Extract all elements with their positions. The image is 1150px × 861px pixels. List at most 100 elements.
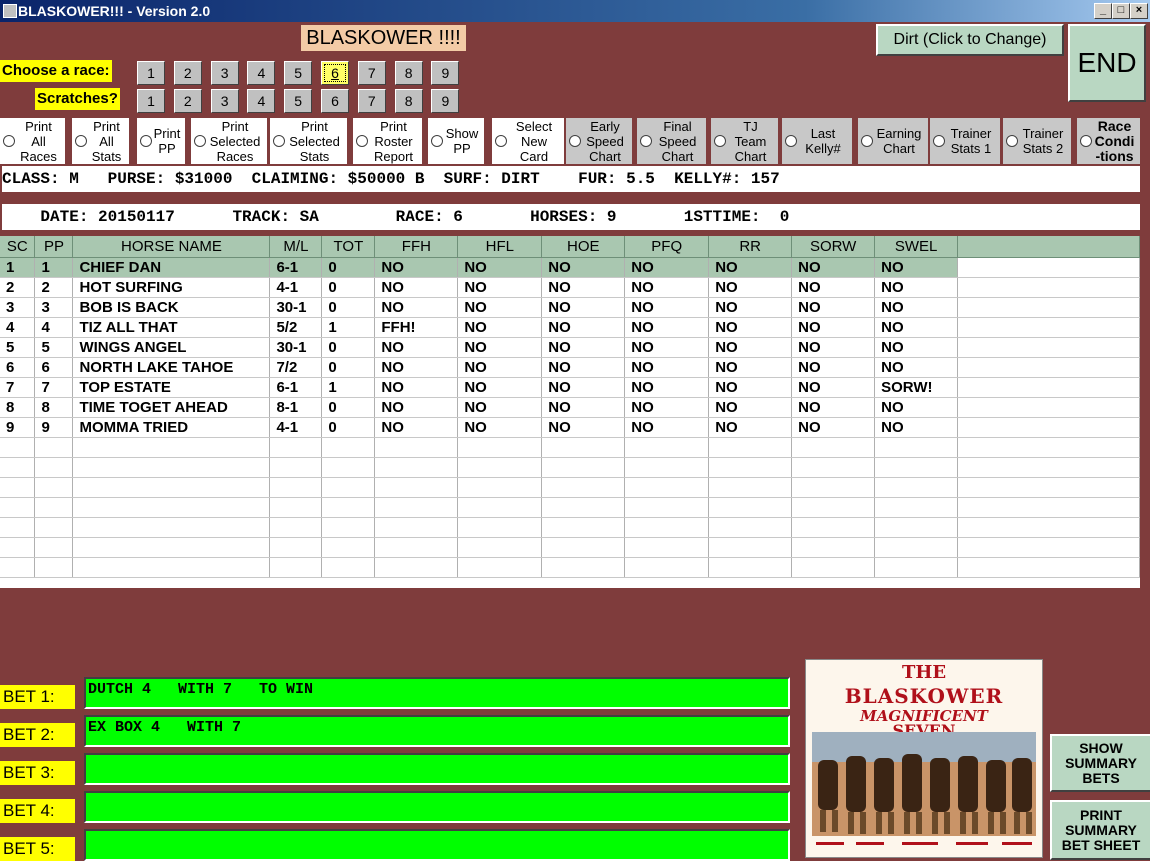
column-header[interactable]: TOT [321, 236, 376, 258]
earning-chart-option[interactable]: Earning Chart [858, 118, 928, 164]
race-1-button[interactable]: 1 [137, 61, 165, 85]
trainer-stats-2-option[interactable]: Trainer Stats 2 [1003, 118, 1071, 164]
scratch-9-button[interactable]: 9 [431, 89, 460, 113]
table-cell: NO [457, 417, 543, 438]
select-new-card-option[interactable]: Select New Card [492, 118, 564, 164]
column-header[interactable]: RR [708, 236, 793, 258]
empty-table-cell [791, 517, 876, 538]
trainer-stats-1-option[interactable]: Trainer Stats 1 [930, 118, 1000, 164]
option-label: Print Selected Stats [289, 118, 340, 164]
empty-table-cell [0, 457, 36, 478]
print-pp-option[interactable]: Print PP [137, 118, 185, 164]
table-row[interactable]: 9 9 MOMMA TRIED 4-1 0 NO NO NO NO NO NO NO [0, 417, 1140, 438]
empty-table-cell [374, 437, 459, 458]
bet-4-field[interactable] [84, 791, 790, 823]
table-cell: NO [541, 397, 626, 418]
print-roster-report-option[interactable]: Print Roster Report [353, 118, 422, 164]
table-row[interactable]: 1 1 CHIEF DAN 6-1 0 NO NO NO NO NO NO NO [0, 257, 1140, 278]
print-all-stats-option[interactable]: Print All Stats [72, 118, 129, 164]
window-title: BLASKOWER!!! - Version 2.0 [18, 3, 211, 19]
column-header[interactable]: PFQ [624, 236, 710, 258]
print-selected-stats-option[interactable]: Print Selected Stats [270, 118, 347, 164]
empty-table-cell [0, 557, 36, 578]
print-all-races-option[interactable]: Print All Races [0, 118, 65, 164]
race-7-button[interactable]: 7 [357, 61, 386, 85]
column-header[interactable]: HORSE NAME [72, 236, 271, 258]
bet-3-label: BET 3: [0, 761, 75, 785]
empty-table-cell [374, 497, 459, 518]
table-cell: NO [874, 357, 959, 378]
race-9-button[interactable]: 9 [431, 61, 460, 85]
empty-table-cell [321, 537, 376, 558]
scratch-2-button[interactable]: 2 [173, 89, 202, 113]
maximize-button[interactable]: □ [1112, 3, 1130, 19]
table-cell: NO [541, 417, 626, 438]
minimize-button[interactable]: _ [1094, 3, 1112, 19]
horse-grid[interactable]: SC PP HORSE NAME M/L TOT FFH HFL HOE PFQ RR SORW SW… [0, 236, 1140, 588]
table-row[interactable]: 5 5 WINGS ANGEL 30-1 0 NO NO NO NO NO NO NO [0, 337, 1140, 358]
scratch-5-button[interactable]: 5 [284, 89, 313, 113]
table-cell: NO [624, 337, 710, 358]
table-row[interactable]: 4 4 TIZ ALL THAT 5/2 1 FFH! NO NO NO NO NO NO [0, 317, 1140, 338]
table-cell: 1 [321, 377, 376, 398]
final-speed-chart-option[interactable]: Final Speed Chart [637, 118, 706, 164]
bet-5-field[interactable] [84, 829, 790, 861]
print-summary-bet-sheet-button[interactable]: PRINT SUMMARY BET SHEET [1050, 800, 1150, 860]
surface-toggle-button[interactable]: Dirt (Click to Change) [876, 24, 1064, 56]
table-cell: 6-1 [269, 257, 323, 278]
empty-table-cell [541, 557, 626, 578]
empty-table-cell [874, 557, 959, 578]
scratch-4-button[interactable]: 4 [247, 89, 276, 113]
show-summary-bets-button[interactable]: SHOW SUMMARY BETS [1050, 734, 1150, 792]
table-cell: NO [708, 257, 793, 278]
last-kelly-option[interactable]: Last Kelly# [782, 118, 852, 164]
table-row[interactable]: 8 8 TIME TOGET AHEAD 8-1 0 NO NO NO NO NO NO NO [0, 397, 1140, 418]
table-cell: NO [874, 277, 959, 298]
table-row[interactable]: 7 7 TOP ESTATE 6-1 1 NO NO NO NO NO NO SORW! [0, 377, 1140, 398]
table-cell: 9 [34, 417, 74, 438]
race-4-button[interactable]: 4 [247, 61, 276, 85]
empty-table-cell [541, 517, 626, 538]
option-label: Print Roster Report [373, 118, 414, 164]
race-2-button[interactable]: 2 [173, 61, 202, 85]
show-pp-option[interactable]: Show PP [428, 118, 484, 164]
table-cell: NO [791, 377, 876, 398]
race-3-button[interactable]: 3 [210, 61, 239, 85]
table-row[interactable]: 2 2 HOT SURFING 4-1 0 NO NO NO NO NO NO NO [0, 277, 1140, 298]
scratch-7-button[interactable]: 7 [357, 89, 386, 113]
scratch-3-button[interactable]: 3 [210, 89, 239, 113]
race-6-button[interactable]: 6 [321, 61, 349, 85]
empty-table-row [0, 477, 1140, 498]
scratch-8-button[interactable]: 8 [394, 89, 423, 113]
column-header[interactable]: HOE [541, 236, 626, 258]
bet-3-field[interactable] [84, 753, 790, 785]
table-cell: 8-1 [269, 397, 323, 418]
table-cell: NO [457, 397, 543, 418]
column-header[interactable]: M/L [269, 236, 323, 258]
table-cell: NO [624, 317, 710, 338]
race-8-button[interactable]: 8 [394, 61, 423, 85]
table-cell: TIME TOGET AHEAD [72, 397, 271, 418]
column-header[interactable]: HFL [457, 236, 543, 258]
empty-table-cell [541, 477, 626, 498]
column-header[interactable]: FFH [374, 236, 459, 258]
empty-table-cell [457, 517, 543, 538]
scratch-6-button[interactable]: 6 [321, 89, 349, 113]
column-header[interactable]: SC [0, 236, 36, 258]
race-5-button[interactable]: 5 [284, 61, 313, 85]
early-speed-chart-option[interactable]: Early Speed Chart [566, 118, 632, 164]
table-row[interactable]: 6 6 NORTH LAKE TAHOE 7/2 0 NO NO NO NO NO NO NO [0, 357, 1140, 378]
close-button[interactable]: × [1130, 3, 1148, 19]
column-header[interactable]: SORW [791, 236, 876, 258]
table-row[interactable]: 3 3 BOB IS BACK 30-1 0 NO NO NO NO NO NO NO [0, 297, 1140, 318]
tj-team-chart-option[interactable]: TJ Team Chart [711, 118, 778, 164]
scratch-1-button[interactable]: 1 [137, 89, 165, 113]
bet-1-field[interactable]: DUTCH 4 WITH 7 TO WIN [84, 677, 790, 709]
bet-2-field[interactable]: EX BOX 4 WITH 7 [84, 715, 790, 747]
column-header[interactable]: PP [34, 236, 74, 258]
race-conditions-option[interactable]: Race Condi -tions [1077, 118, 1140, 164]
empty-table-cell [874, 497, 959, 518]
print-selected-races-option[interactable]: Print Selected Races [191, 118, 267, 164]
column-header[interactable]: SWEL [874, 236, 959, 258]
end-button[interactable]: END [1068, 24, 1146, 102]
